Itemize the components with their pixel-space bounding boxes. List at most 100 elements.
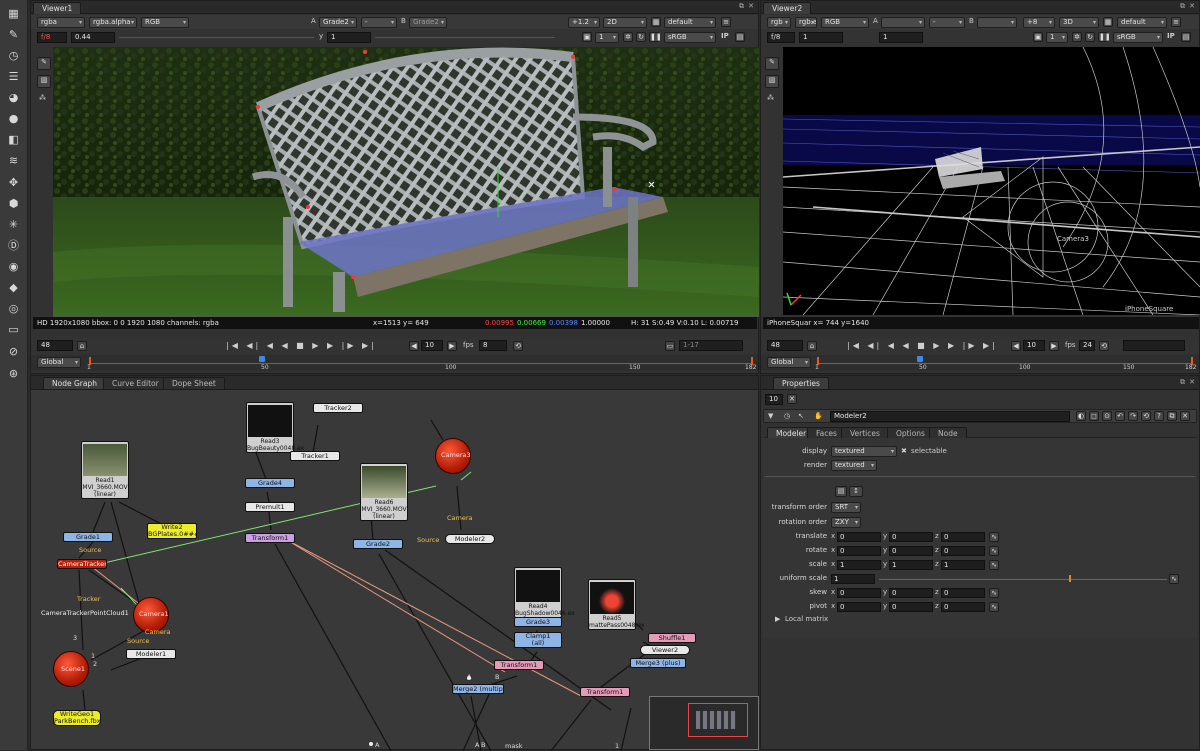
frame-field[interactable]: 48	[37, 340, 73, 351]
collapse-icon[interactable]: ▼	[768, 411, 773, 422]
lut-select[interactable]: default	[1117, 17, 1167, 28]
colorspace-select[interactable]: sRGB	[664, 32, 716, 43]
selectable-checkbox[interactable]: ✖	[901, 446, 907, 457]
tab-options[interactable]: Options	[887, 427, 934, 438]
node-tracker2[interactable]: Tracker2	[313, 403, 363, 413]
close-icon[interactable]: ✕	[1189, 1, 1195, 12]
clock-icon[interactable]: ◷	[6, 48, 21, 63]
roi-icon[interactable]: ▤	[1181, 32, 1191, 42]
node-modeler2[interactable]: Modeler2	[445, 534, 495, 544]
pivot-z-field[interactable]: 0	[941, 602, 985, 612]
roi-icon[interactable]: ▤	[735, 32, 745, 42]
gain-slider[interactable]	[119, 37, 314, 38]
tag-icon[interactable]: ◆	[6, 280, 21, 295]
revert-icon[interactable]: ⟲	[1141, 411, 1151, 421]
gain-field[interactable]: 1	[799, 32, 843, 43]
max-panels-field[interactable]: 10	[765, 394, 783, 405]
slider-handle[interactable]	[1069, 575, 1071, 582]
b-input-select[interactable]	[977, 17, 1017, 28]
close-icon[interactable]: ✕	[748, 1, 754, 12]
tab-node[interactable]: Node	[929, 427, 967, 438]
node-graph-navigator[interactable]	[649, 696, 759, 750]
circle-icon[interactable]: ●	[6, 111, 21, 126]
timeline-icon[interactable]: ◷	[784, 411, 790, 422]
view-select[interactable]: 3D	[1059, 17, 1099, 28]
tab-viewer2[interactable]: Viewer2	[763, 2, 812, 14]
curve-icon[interactable]: ∿	[989, 560, 999, 570]
lut-icon[interactable]: ▦	[1103, 17, 1113, 27]
pencil-icon[interactable]: ✎	[6, 27, 21, 42]
viewer-settings-icon[interactable]: ≡	[721, 17, 731, 27]
ip-button[interactable]: IP	[721, 31, 729, 42]
color-icon[interactable]: ◐	[1076, 411, 1086, 421]
brush-icon[interactable]: ▧	[765, 75, 779, 88]
a-op-select[interactable]: -	[361, 17, 397, 28]
timeline-track[interactable]	[817, 363, 1193, 364]
close-icon[interactable]: ✕	[1189, 377, 1195, 388]
tab-vertices[interactable]: Vertices	[841, 427, 889, 438]
close-node-icon[interactable]: ✕	[1180, 411, 1190, 421]
node-transform1[interactable]: Transform1	[245, 533, 295, 543]
frame-small-select[interactable]: 1	[1046, 32, 1068, 43]
range-field[interactable]	[1123, 340, 1185, 351]
pick-icon[interactable]: ⁂	[39, 93, 46, 104]
step-back-icon[interactable]: ◀	[409, 341, 419, 351]
step-forward-icon[interactable]: ▶	[1049, 341, 1059, 351]
folder-icon[interactable]: ▤	[835, 486, 847, 497]
node-writegeo1[interactable]: WriteGeo1 ParkBench.fbx	[53, 710, 101, 726]
zoom-select[interactable]: +8	[1023, 17, 1055, 28]
skew-x-field[interactable]: 0	[837, 588, 881, 598]
lut-select[interactable]: default	[664, 17, 716, 28]
node-viewer2[interactable]: Viewer2	[640, 645, 690, 655]
node-transform-a[interactable]: Transform1	[494, 660, 544, 670]
range-icon[interactable]: ▭	[665, 341, 675, 351]
step-forward-icon[interactable]: ▶	[447, 341, 457, 351]
tab-curve-editor[interactable]: Curve Editor	[103, 377, 168, 389]
view-select[interactable]: 2D	[603, 17, 647, 28]
viewer2-3d-view[interactable]: Camera3 iPhoneSquare	[783, 47, 1200, 315]
redo-icon[interactable]: ↷	[1128, 411, 1138, 421]
eye-icon[interactable]: ◉	[6, 259, 21, 274]
timeline-track[interactable]	[89, 363, 753, 364]
fps-field[interactable]: 24	[1079, 340, 1095, 351]
curve-icon[interactable]: ∿	[989, 588, 999, 598]
transport-buttons[interactable]: |◀ ◀| ◀ ◀ ■ ▶ ▶ |▶ ▶|	[226, 340, 377, 351]
pause-icon[interactable]: ❚❚	[1098, 32, 1111, 42]
float-icon[interactable]: ⧉	[739, 1, 744, 12]
lut-icon[interactable]: ▦	[651, 17, 661, 27]
curve-icon[interactable]: ∿	[1169, 574, 1179, 584]
a-input-select[interactable]: Grade2	[319, 17, 357, 28]
help-icon[interactable]: ?	[1154, 411, 1164, 421]
stack-icon[interactable]: ☰	[6, 69, 21, 84]
gamma-field[interactable]: 1	[879, 32, 923, 43]
d-icon[interactable]: Ⓓ	[6, 238, 21, 253]
node-shuffle1[interactable]: Shuffle1	[648, 633, 696, 643]
move-icon[interactable]: ✥	[6, 175, 21, 190]
fstop-field[interactable]: f/8	[767, 32, 795, 43]
grid-icon[interactable]: ▦	[6, 6, 21, 21]
cursor-icon[interactable]: ↖	[798, 411, 804, 422]
alpha-select[interactable]: rgba.alpha	[89, 17, 137, 28]
ring-icon[interactable]: ◎	[6, 301, 21, 316]
skew-y-field[interactable]: 0	[889, 588, 933, 598]
refresh-icon[interactable]: ↻	[1085, 32, 1095, 42]
transport-buttons[interactable]: |◀ ◀| ◀ ◀ ■ ▶ ▶ |▶ ▶|	[847, 340, 998, 351]
gear-icon[interactable]: ✲	[623, 32, 633, 42]
cube-icon[interactable]: ⬢	[6, 196, 21, 211]
gamma-field[interactable]: 1	[327, 32, 371, 43]
display-select[interactable]: textured	[831, 446, 897, 457]
node-grade1[interactable]: Grade1	[63, 532, 113, 542]
float-icon[interactable]: ⧉	[1180, 1, 1185, 12]
float-node-icon[interactable]: ⧉	[1167, 411, 1177, 421]
channels-select[interactable]: rgba	[37, 17, 85, 28]
brush-icon[interactable]: ▧	[37, 75, 51, 88]
draw-icon[interactable]: ✎	[37, 57, 51, 70]
expand-icon[interactable]: ▶	[775, 614, 780, 625]
node-camera-tracker[interactable]: CameraTracker1	[57, 559, 107, 569]
translate-y-field[interactable]: 0	[889, 532, 933, 542]
step-back-icon[interactable]: ◀	[1011, 341, 1021, 351]
global-select[interactable]: Global	[37, 357, 81, 368]
node-read4[interactable]: Read4 BugShadow0048.ex	[514, 567, 575, 618]
global-select[interactable]: Global	[767, 357, 811, 368]
node-grade2[interactable]: Grade2	[353, 539, 403, 549]
